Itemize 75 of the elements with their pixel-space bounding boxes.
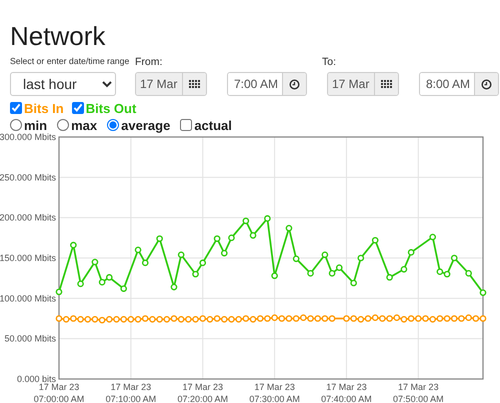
data-point <box>120 285 127 292</box>
data-point <box>170 284 178 290</box>
data-point <box>228 234 235 242</box>
data-point <box>429 234 436 240</box>
calendar-icon <box>381 80 392 88</box>
series-label: Bits In <box>24 100 64 116</box>
range-dropdown[interactable]: last hour <box>10 72 116 96</box>
data-point <box>322 251 328 258</box>
data-point <box>307 270 314 277</box>
data-point <box>400 266 408 273</box>
series-checkbox[interactable] <box>10 102 22 114</box>
x-axis-label: 17 Mar 23 07:30:00 AM <box>249 382 300 403</box>
data-point <box>56 288 62 296</box>
clock-button[interactable] <box>282 73 306 95</box>
checkbox-button[interactable] <box>180 119 192 131</box>
time-field[interactable]: 8:00 AM <box>419 72 499 96</box>
y-axis-label: 150.000 Mbits <box>0 253 56 263</box>
data-point <box>214 235 220 242</box>
radio-button[interactable] <box>57 119 70 131</box>
page-title: Network <box>10 22 106 50</box>
clock-icon <box>481 78 492 90</box>
data-point <box>358 254 364 262</box>
data-point <box>480 289 486 296</box>
radio-button[interactable] <box>10 119 22 131</box>
data-point <box>465 270 472 277</box>
data-point <box>221 250 228 256</box>
clock-icon <box>289 78 300 90</box>
data-point <box>271 272 278 280</box>
data-point <box>450 254 458 262</box>
mode-label: actual <box>194 118 232 132</box>
series-checkbox[interactable] <box>72 102 84 114</box>
y-axis-label: 100.000 Mbits <box>0 293 56 304</box>
data-point <box>192 270 199 278</box>
time-field[interactable]: 7:00 AM <box>227 72 307 96</box>
x-axis-label: 17 Mar 23 07:50:00 AM <box>393 382 444 403</box>
mode-label: min <box>24 118 48 132</box>
calendar-icon <box>189 80 200 88</box>
y-axis-label: 300.000 Mbits <box>0 133 56 142</box>
date-field[interactable]: 17 Mar <box>135 72 207 96</box>
y-axis-label: 0.000 bits <box>16 374 56 384</box>
data-point <box>199 260 206 266</box>
data-point <box>350 280 357 286</box>
data-point <box>292 256 300 262</box>
data-point <box>142 260 149 266</box>
date-field[interactable]: 17 Mar <box>327 72 399 96</box>
mode-label: average <box>121 118 170 132</box>
calendar-button[interactable] <box>182 73 206 95</box>
data-point <box>156 235 163 242</box>
series-label: Bits Out <box>86 100 136 116</box>
data-point <box>286 224 292 232</box>
clock-button[interactable] <box>474 73 498 95</box>
data-point <box>242 218 250 224</box>
data-point <box>77 280 84 288</box>
x-axis-label: 17 Mar 23 07:00:00 AM <box>34 382 84 403</box>
calendar-button[interactable] <box>374 73 398 95</box>
to-label: To: <box>322 56 336 70</box>
data-point <box>92 258 98 266</box>
y-axis-label: 200.000 Mbits <box>0 212 56 223</box>
data-point <box>70 242 77 248</box>
range-label: Select or enter date/time range <box>10 56 130 68</box>
mode-label: max <box>71 118 98 132</box>
data-point <box>178 251 184 258</box>
data-point <box>408 249 414 256</box>
data-point <box>386 274 393 281</box>
y-axis-label: 50.000 Mbits <box>4 334 56 344</box>
y-axis-label: 250.000 Mbits <box>0 172 56 182</box>
from-label: From: <box>135 56 164 70</box>
x-axis-label: 17 Mar 23 07:20:00 AM <box>177 382 228 403</box>
data-point <box>264 215 271 222</box>
data-point <box>134 246 142 254</box>
data-point <box>372 236 378 244</box>
radio-button[interactable] <box>107 119 120 131</box>
x-axis-label: 17 Mar 23 07:10:00 AM <box>106 382 156 403</box>
x-axis-label: 17 Mar 23 07:40:00 AM <box>321 382 372 403</box>
data-point <box>250 232 256 239</box>
